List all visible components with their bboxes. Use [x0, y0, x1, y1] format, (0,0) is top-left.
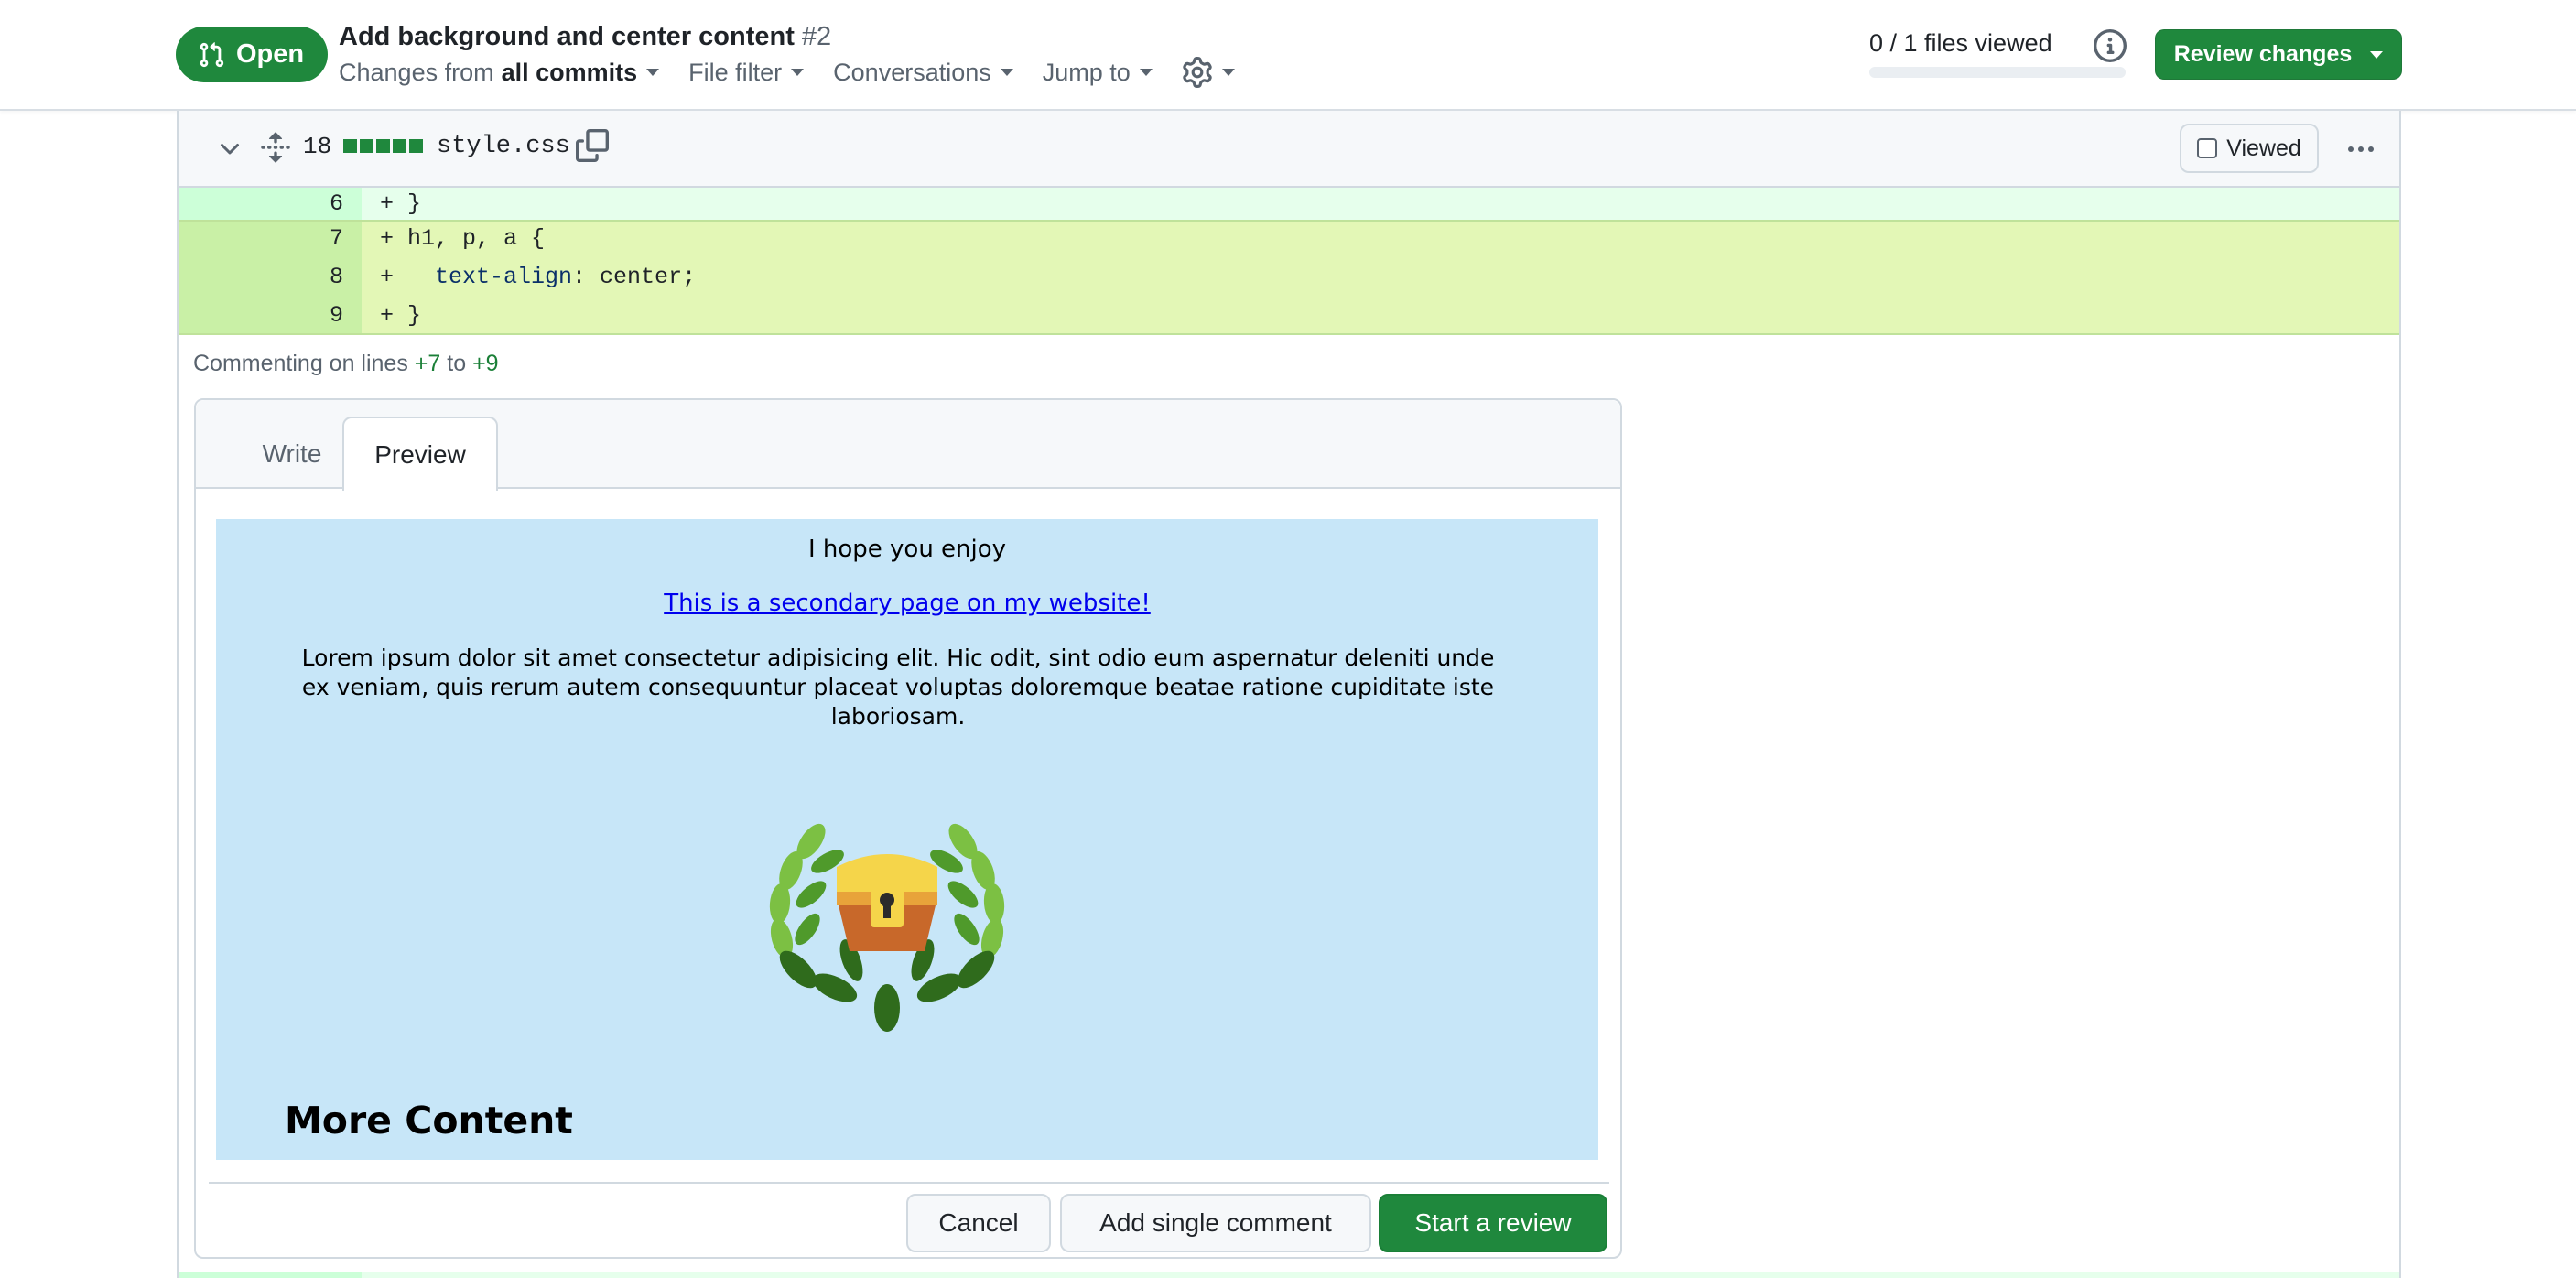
preview-text-hope: I hope you enjoy	[807, 536, 1007, 563]
preview-link[interactable]: This is a secondary page on my website!	[216, 590, 1598, 617]
unfold-icon[interactable]	[259, 131, 292, 164]
changes-from-value: all commits	[501, 58, 638, 86]
to-word: to	[447, 351, 467, 376]
changes-from-prefix: Changes from	[339, 58, 494, 86]
review-changes-label: Review changes	[2173, 41, 2353, 67]
diff-line-selected[interactable]: 8 + text-align: center;	[179, 258, 2399, 297]
diffstat-block	[393, 139, 406, 153]
pr-toolbar: Changes from all commits File filter Con…	[339, 57, 1235, 88]
pr-state-badge: Open	[176, 27, 329, 82]
line-end: +9	[472, 351, 499, 376]
info-icon[interactable]	[2094, 29, 2127, 62]
gear-icon	[1183, 57, 1212, 88]
viewed-label: Viewed	[2226, 135, 2301, 161]
kebab-horizontal-icon[interactable]	[2343, 131, 2379, 168]
diffstat-block	[376, 139, 390, 153]
comment-preview: I hope you enjoy This is a secondary pag…	[216, 519, 1598, 1160]
conversations-label: Conversations	[833, 58, 991, 86]
diffstat-block	[343, 139, 357, 153]
caret-down-icon	[1139, 69, 1153, 76]
git-pull-request-icon	[200, 41, 224, 67]
pr-sticky-header: Open Add background and center content #2…	[0, 0, 2576, 111]
diff-line-selected[interactable]: 9 + }	[179, 297, 2399, 335]
comment-tabs: Write Preview	[196, 400, 1620, 491]
caret-down-icon	[2370, 50, 2384, 59]
changes-from-dropdown[interactable]: Changes from all commits	[339, 58, 660, 87]
conversations-dropdown[interactable]: Conversations	[833, 59, 1013, 87]
viewed-checkbox-button[interactable]: Viewed	[2180, 124, 2319, 173]
preview-paragraph: Lorem ipsum dolor sit amet consectetur a…	[301, 644, 1495, 730]
chevron-down-icon[interactable]	[215, 135, 244, 164]
inline-comment-form: Write Preview I hope you enjoy This is a…	[194, 398, 1622, 1259]
line-number[interactable]: 7	[179, 220, 362, 258]
line-number[interactable]: 8	[179, 258, 362, 297]
line-code: + }	[362, 297, 2399, 335]
css-value: : center;	[572, 264, 697, 290]
tab-write[interactable]: Write	[223, 417, 361, 491]
viewed-checkbox[interactable]	[2197, 138, 2218, 158]
files-viewed-text: 0 / 1 files viewed	[1869, 29, 2052, 57]
diff-line[interactable]: 6 + }	[179, 188, 2399, 220]
pr-title-text: Add background and center content	[339, 22, 795, 51]
add-single-comment-button[interactable]: Add single comment	[1060, 1194, 1371, 1252]
cancel-button[interactable]: Cancel	[906, 1194, 1051, 1252]
caret-down-icon	[646, 69, 660, 76]
line-number[interactable]: 9	[179, 297, 362, 335]
file-filter-dropdown[interactable]: File filter	[688, 58, 805, 87]
pr-title: Add background and center content #2	[339, 22, 831, 52]
commenting-prefix: Commenting on lines	[193, 351, 408, 376]
treasure-chest-logo	[769, 823, 1005, 1032]
tab-preview[interactable]: Preview	[342, 417, 498, 491]
pr-number: #2	[801, 22, 832, 51]
diffstat-block	[409, 139, 423, 153]
pr-state-label: Open	[236, 39, 305, 69]
preview-heading: More Content	[285, 1099, 573, 1143]
commenting-on-lines: Commenting on lines +7 to +9	[193, 351, 499, 377]
file-name-link[interactable]: style.css	[437, 133, 570, 160]
form-divider	[209, 1182, 1609, 1184]
caret-down-icon	[791, 69, 805, 76]
diffstat-blocks	[343, 139, 423, 153]
next-diff-line	[179, 1272, 2399, 1278]
file-diff: 18 style.css Viewed 6 + } 7 + h1, p, a {…	[177, 111, 2401, 1278]
jump-to-label: Jump to	[1042, 58, 1131, 86]
line-code: + h1, p, a {	[362, 220, 2399, 258]
line-number-gutter	[179, 1272, 362, 1278]
line-start: +7	[414, 351, 441, 376]
diff-settings-button[interactable]	[1182, 57, 1235, 88]
review-changes-button[interactable]: Review changes	[2155, 29, 2402, 80]
diff-line-selected[interactable]: 7 + h1, p, a {	[179, 220, 2399, 258]
file-filter-label: File filter	[688, 58, 783, 86]
caret-down-icon	[1000, 69, 1013, 76]
line-number[interactable]: 6	[179, 188, 362, 220]
files-viewed-indicator: 0 / 1 files viewed	[1869, 29, 2126, 78]
line-code: + text-align: center;	[362, 258, 2399, 297]
copy-icon[interactable]	[576, 129, 609, 162]
files-viewed-progress	[1869, 67, 2126, 78]
jump-to-dropdown[interactable]: Jump to	[1043, 59, 1153, 87]
file-changes-count: 18	[303, 133, 332, 160]
caret-down-icon	[1221, 69, 1235, 76]
file-header: 18 style.css Viewed	[179, 111, 2399, 188]
line-prefix: +	[380, 264, 436, 290]
start-review-button[interactable]: Start a review	[1379, 1194, 1607, 1252]
line-code: + }	[362, 188, 2399, 220]
css-property: text-align	[435, 264, 573, 290]
diffstat-block	[360, 139, 373, 153]
